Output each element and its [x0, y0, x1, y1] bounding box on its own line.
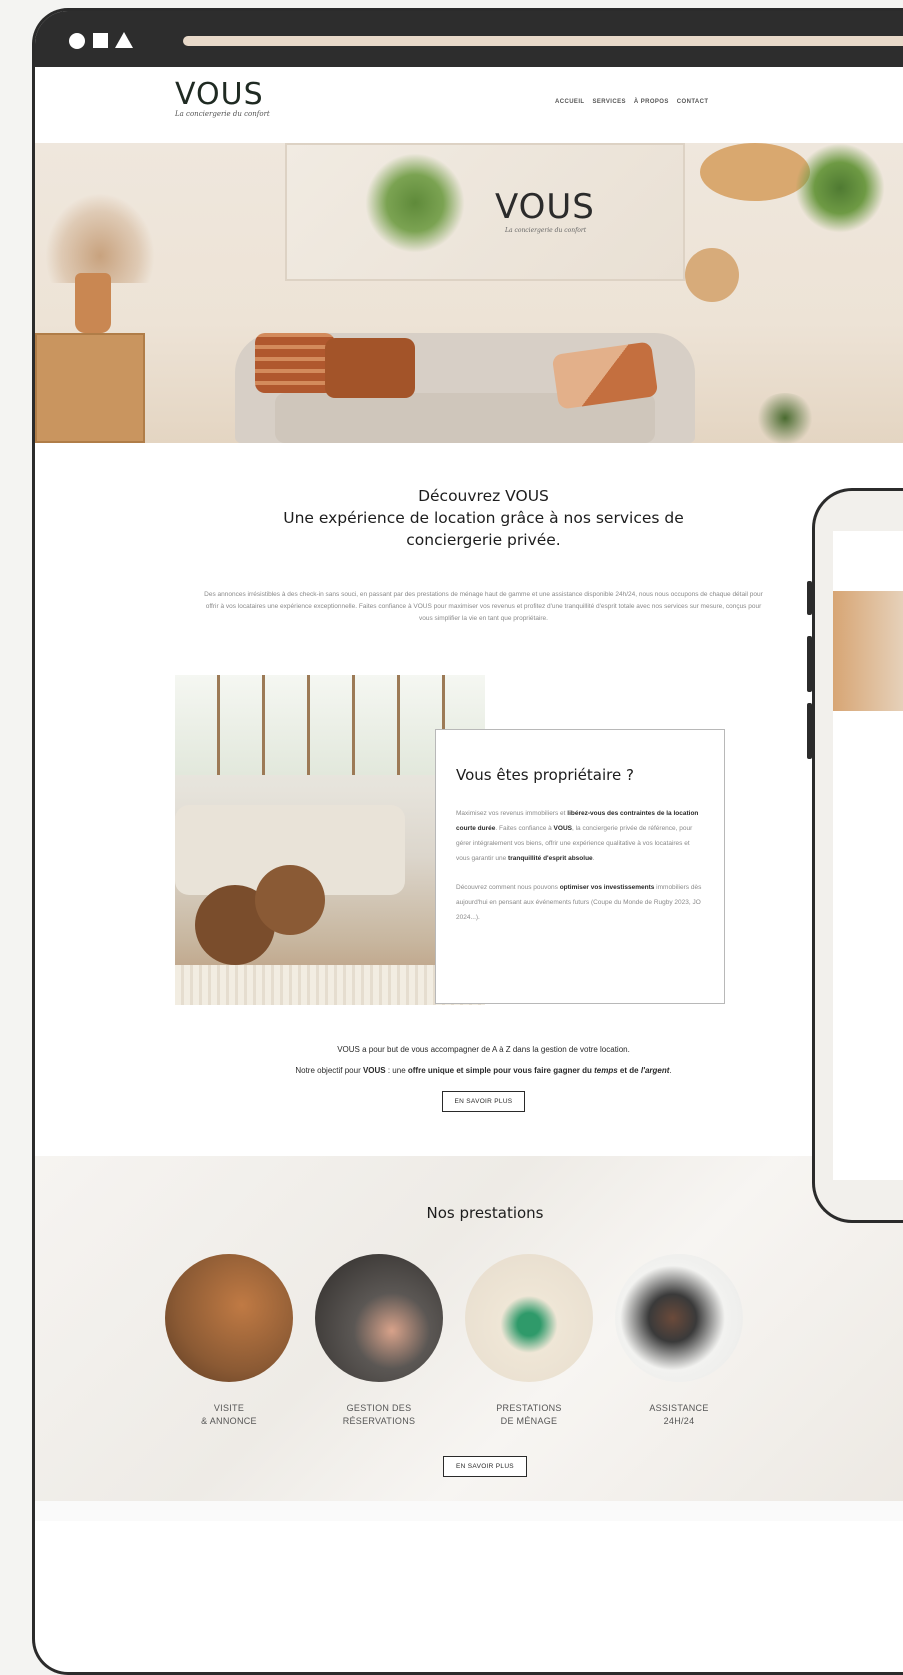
goal-line-2: Notre objectif pour VOUS : une offre uni… [35, 1060, 903, 1081]
nav-services[interactable]: SERVICES [592, 99, 625, 105]
footer [35, 1501, 903, 1521]
service-label: VISITE & ANNONCE [165, 1402, 293, 1428]
hanging-plant [365, 153, 465, 253]
service-reservations[interactable]: GESTION DES RÉSERVATIONS [315, 1254, 443, 1428]
intro-subtitle: Une expérience de location grâce à nos s… [283, 509, 684, 549]
hero-logo-word: VOUS [495, 187, 595, 227]
site-header: VOUS La conciergerie du confort ACCUEIL … [35, 67, 903, 143]
browser-titlebar [35, 11, 903, 67]
text: . [592, 855, 595, 862]
logo-word: VOUS [175, 77, 264, 112]
service-menage[interactable]: PRESTATIONS DE MÉNAGE [465, 1254, 593, 1428]
hero-logo: VOUS La conciergerie du confort [495, 187, 595, 234]
hero-logo-tagline: La conciergerie du confort [505, 227, 587, 234]
service-visite[interactable]: VISITE & ANNONCE [165, 1254, 293, 1428]
text: . [669, 1066, 672, 1075]
square-icon [93, 33, 108, 48]
label-line: DE MÉNAGE [500, 1416, 558, 1426]
cushion [255, 333, 335, 393]
text: Maximisez vos revenus immobiliers et [456, 810, 568, 817]
service-label: PRESTATIONS DE MÉNAGE [465, 1402, 593, 1428]
service-photo [465, 1254, 593, 1382]
nav-accueil[interactable]: ACCUEIL [555, 99, 584, 105]
goal-section: VOUS a pour but de vous accompagner de A… [35, 1039, 903, 1112]
coffee-table [255, 865, 325, 935]
text: Notre objectif pour [295, 1066, 363, 1075]
goal-line-1: VOUS a pour but de vous accompagner de A… [337, 1045, 630, 1054]
site-logo[interactable]: VOUS La conciergerie du confort [175, 77, 270, 118]
emphasis: offre unique et simple pour vous faire g… [407, 1066, 595, 1075]
emphasis: tranquillité d'esprit absolue [508, 855, 593, 862]
wall-canvas [285, 143, 685, 281]
text: Découvrez comment nous pouvons [456, 884, 560, 891]
owner-paragraph-1: Maximisez vos revenus immobiliers et lib… [456, 806, 704, 866]
learn-more-button[interactable]: EN SAVOIR PLUS [441, 1091, 526, 1112]
plant-floor [755, 393, 815, 443]
label-line: & ANNONCE [201, 1416, 257, 1426]
browser-window: VOUS La conciergerie du confort ACCUEIL … [32, 8, 903, 1675]
logo-tagline: La conciergerie du confort [175, 110, 270, 118]
phone-button [807, 703, 812, 759]
label-line: 24H/24 [663, 1416, 695, 1426]
cabinet [35, 333, 145, 443]
plant-right [795, 143, 885, 233]
text: . Faites confiance à [495, 825, 554, 832]
phone-button [807, 636, 812, 692]
pampas-decor [45, 193, 155, 283]
service-label: GESTION DES RÉSERVATIONS [315, 1402, 443, 1428]
label-line: RÉSERVATIONS [342, 1416, 416, 1426]
owner-card: Vous êtes propriétaire ? Maximisez vos r… [435, 729, 725, 1004]
phone-mockup [807, 488, 903, 1223]
hero-image: VOUS La conciergerie du confort [35, 143, 903, 443]
intro-title: Découvrez VOUS [418, 487, 549, 505]
intro-lead: Des annonces irrésistibles à des check-i… [204, 591, 763, 622]
main-nav: ACCUEIL SERVICES À PROPOS CONTACT [555, 99, 708, 105]
text: : une [385, 1066, 408, 1075]
owner-paragraph-2: Découvrez comment nous pouvons optimiser… [456, 880, 704, 925]
services-list: VISITE & ANNONCE GESTION DES RÉSERVATIONS … [165, 1254, 903, 1428]
nav-a-propos[interactable]: À PROPOS [634, 99, 669, 105]
emphasis: VOUS [553, 825, 572, 832]
owner-title: Vous êtes propriétaire ? [456, 766, 634, 784]
services-learn-more-button[interactable]: EN SAVOIR PLUS [443, 1456, 527, 1477]
triangle-icon [115, 32, 133, 48]
cushion [325, 338, 415, 398]
label-line: ASSISTANCE [649, 1403, 709, 1413]
address-bar[interactable] [183, 36, 903, 46]
phone-screen [833, 531, 903, 1180]
service-photo [165, 1254, 293, 1382]
emphasis: VOUS [362, 1066, 386, 1075]
emphasis: temps [594, 1066, 618, 1075]
emphasis: et de [617, 1066, 641, 1075]
intro-section: Découvrez VOUS Une expérience de locatio… [35, 443, 903, 625]
label-line: GESTION DES [346, 1403, 412, 1413]
phone-screen-image [833, 591, 903, 711]
nav-contact[interactable]: CONTACT [677, 99, 709, 105]
wall-fan [700, 143, 810, 201]
wall-fan-small [685, 248, 739, 302]
emphasis: l'argent [640, 1066, 670, 1075]
services-title: Nos prestations [426, 1204, 544, 1222]
owner-section: Vous êtes propriétaire ? Maximisez vos r… [35, 675, 903, 1015]
service-assistance[interactable]: ASSISTANCE 24H/24 [615, 1254, 743, 1428]
services-section: Nos prestations VISITE & ANNONCE GESTION … [35, 1156, 903, 1501]
vase [75, 273, 111, 333]
service-photo [615, 1254, 743, 1382]
emphasis: optimiser vos investissements [559, 884, 655, 891]
circle-icon [69, 33, 85, 49]
service-photo [315, 1254, 443, 1382]
service-label: ASSISTANCE 24H/24 [615, 1402, 743, 1428]
label-line: VISITE [213, 1403, 245, 1413]
label-line: PRESTATIONS [496, 1403, 562, 1413]
phone-button [807, 581, 812, 615]
